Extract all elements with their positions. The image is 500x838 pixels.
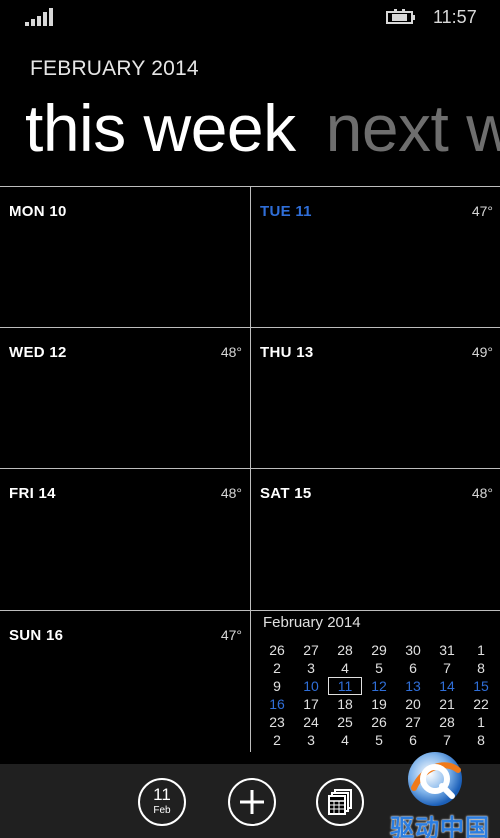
mini-calendar-day[interactable]: 28 <box>430 713 464 731</box>
month-view-icon <box>328 789 352 815</box>
mini-calendar-day[interactable]: 24 <box>294 713 328 731</box>
mini-month-calendar[interactable]: February 2014 26 27 28 29 30 31 1 2 3 4 5 6 7 8 9 10 11 1… <box>252 613 500 752</box>
mini-calendar-day[interactable]: 5 <box>362 659 396 677</box>
mini-calendar-day[interactable]: 28 <box>328 641 362 659</box>
mini-calendar-day[interactable]: 12 <box>362 677 396 695</box>
mini-calendar-day[interactable]: 29 <box>362 641 396 659</box>
status-bar: 11:57 <box>0 0 500 32</box>
mini-calendar-day[interactable]: 2 <box>260 659 294 677</box>
mini-calendar-week: 2345678 <box>260 659 498 677</box>
add-icon <box>240 790 264 814</box>
mini-calendar-week: 23 24 25 26 27 28 1 <box>260 713 498 731</box>
mini-calendar-day[interactable]: 23 <box>260 713 294 731</box>
mini-calendar-day[interactable]: 4 <box>328 731 362 749</box>
pivot-tab-next-week[interactable]: next week <box>326 91 500 165</box>
mini-calendar-day[interactable]: 25 <box>328 713 362 731</box>
mini-calendar-day[interactable]: 20 <box>396 695 430 713</box>
day-label: MON 10 <box>9 203 67 220</box>
clock: 11:57 <box>433 7 477 27</box>
day-cell-tue[interactable]: TUE 11 47° <box>251 187 500 327</box>
mini-calendar-day[interactable]: 22 <box>464 695 498 713</box>
mini-calendar-day[interactable]: 1 <box>464 641 498 659</box>
mini-calendar-day[interactable]: 31 <box>430 641 464 659</box>
mini-calendar-day[interactable]: 4 <box>328 659 362 677</box>
watermark-logo-icon <box>408 752 462 806</box>
mini-calendar-day[interactable]: 30 <box>396 641 430 659</box>
mini-calendar-day[interactable]: 6 <box>396 659 430 677</box>
mini-calendar-week: 26 27 28 29 30 31 1 <box>260 641 498 659</box>
day-temperature: 48° <box>220 485 242 501</box>
mini-calendar-day[interactable]: 1 <box>464 713 498 731</box>
day-label: THU 13 <box>260 344 314 361</box>
mini-calendar-day[interactable]: 10 <box>294 677 328 695</box>
mini-calendar-day[interactable]: 17 <box>294 695 328 713</box>
mini-calendar-day[interactable]: 18 <box>328 695 362 713</box>
mini-calendar-week: 16 17 18 19 20 21 22 <box>260 695 498 713</box>
day-label: SUN 16 <box>9 627 64 644</box>
today-month-label: Feb <box>153 805 171 816</box>
day-cell-sat[interactable]: SAT 15 48° <box>251 469 500 609</box>
day-label-today: TUE 11 <box>260 203 312 220</box>
day-label: FRI 14 <box>9 485 56 502</box>
day-label: SAT 15 <box>260 485 312 502</box>
mini-calendar-day[interactable]: 15 <box>464 677 498 695</box>
add-event-button[interactable] <box>228 778 276 826</box>
day-cell-fri[interactable]: FRI 14 48° <box>0 469 249 609</box>
mini-calendar-day[interactable]: 16 <box>260 695 294 713</box>
mini-calendar-day[interactable]: 3 <box>294 659 328 677</box>
signal-strength-icon <box>25 8 55 26</box>
mini-calendar-day[interactable]: 13 <box>396 677 430 695</box>
day-temperature: 49° <box>471 344 493 360</box>
today-day-number: 11 <box>153 785 171 804</box>
day-temperature: 47° <box>471 203 493 219</box>
mini-calendar-day[interactable]: 19 <box>362 695 396 713</box>
month-view-button[interactable] <box>316 778 364 826</box>
mini-calendar-day[interactable]: 14 <box>430 677 464 695</box>
pivot-tab-this-week[interactable]: this week <box>25 91 296 165</box>
mini-calendar-day[interactable]: 26 <box>362 713 396 731</box>
month-title: FEBRUARY 2014 <box>30 57 199 80</box>
mini-calendar-day[interactable]: 9 <box>260 677 294 695</box>
day-label: WED 12 <box>9 344 67 361</box>
day-cell-wed[interactable]: WED 12 48° <box>0 328 249 468</box>
watermark-text: 驱动中国 <box>390 815 490 838</box>
day-temperature: 48° <box>471 485 493 501</box>
mini-calendar-day[interactable]: 27 <box>396 713 430 731</box>
mini-calendar-day[interactable]: 11 <box>328 677 362 695</box>
day-cell-sun[interactable]: SUN 16 47° <box>0 611 249 751</box>
day-temperature: 47° <box>220 627 242 643</box>
mini-calendar-week: 9 10 11 12 13 14 15 <box>260 677 498 695</box>
mini-calendar-day[interactable]: 7 <box>430 659 464 677</box>
mini-calendar-day[interactable]: 26 <box>260 641 294 659</box>
mini-calendar-grid: 26 27 28 29 30 31 1 2 3 4 5 6 7 8 9 10 11 12 13 14 15 16 17 18 1… <box>260 641 498 749</box>
mini-calendar-day[interactable]: 27 <box>294 641 328 659</box>
day-temperature: 48° <box>220 344 242 360</box>
mini-calendar-title: February 2014 <box>263 614 361 631</box>
day-cell-thu[interactable]: THU 13 49° <box>251 328 500 468</box>
battery-charging-icon <box>386 9 415 24</box>
mini-calendar-day[interactable]: 2 <box>260 731 294 749</box>
week-grid: MON 10 TUE 11 47° WED 12 48° THU 13 49° … <box>0 186 500 752</box>
day-cell-mon[interactable]: MON 10 <box>0 187 249 327</box>
today-button[interactable]: 11 Feb <box>138 778 186 826</box>
mini-calendar-day[interactable]: 3 <box>294 731 328 749</box>
mini-calendar-day[interactable]: 8 <box>464 659 498 677</box>
mini-calendar-day[interactable]: 21 <box>430 695 464 713</box>
watermark: 驱动中国 <box>380 742 500 838</box>
pivot-header: this week next week <box>25 88 500 168</box>
